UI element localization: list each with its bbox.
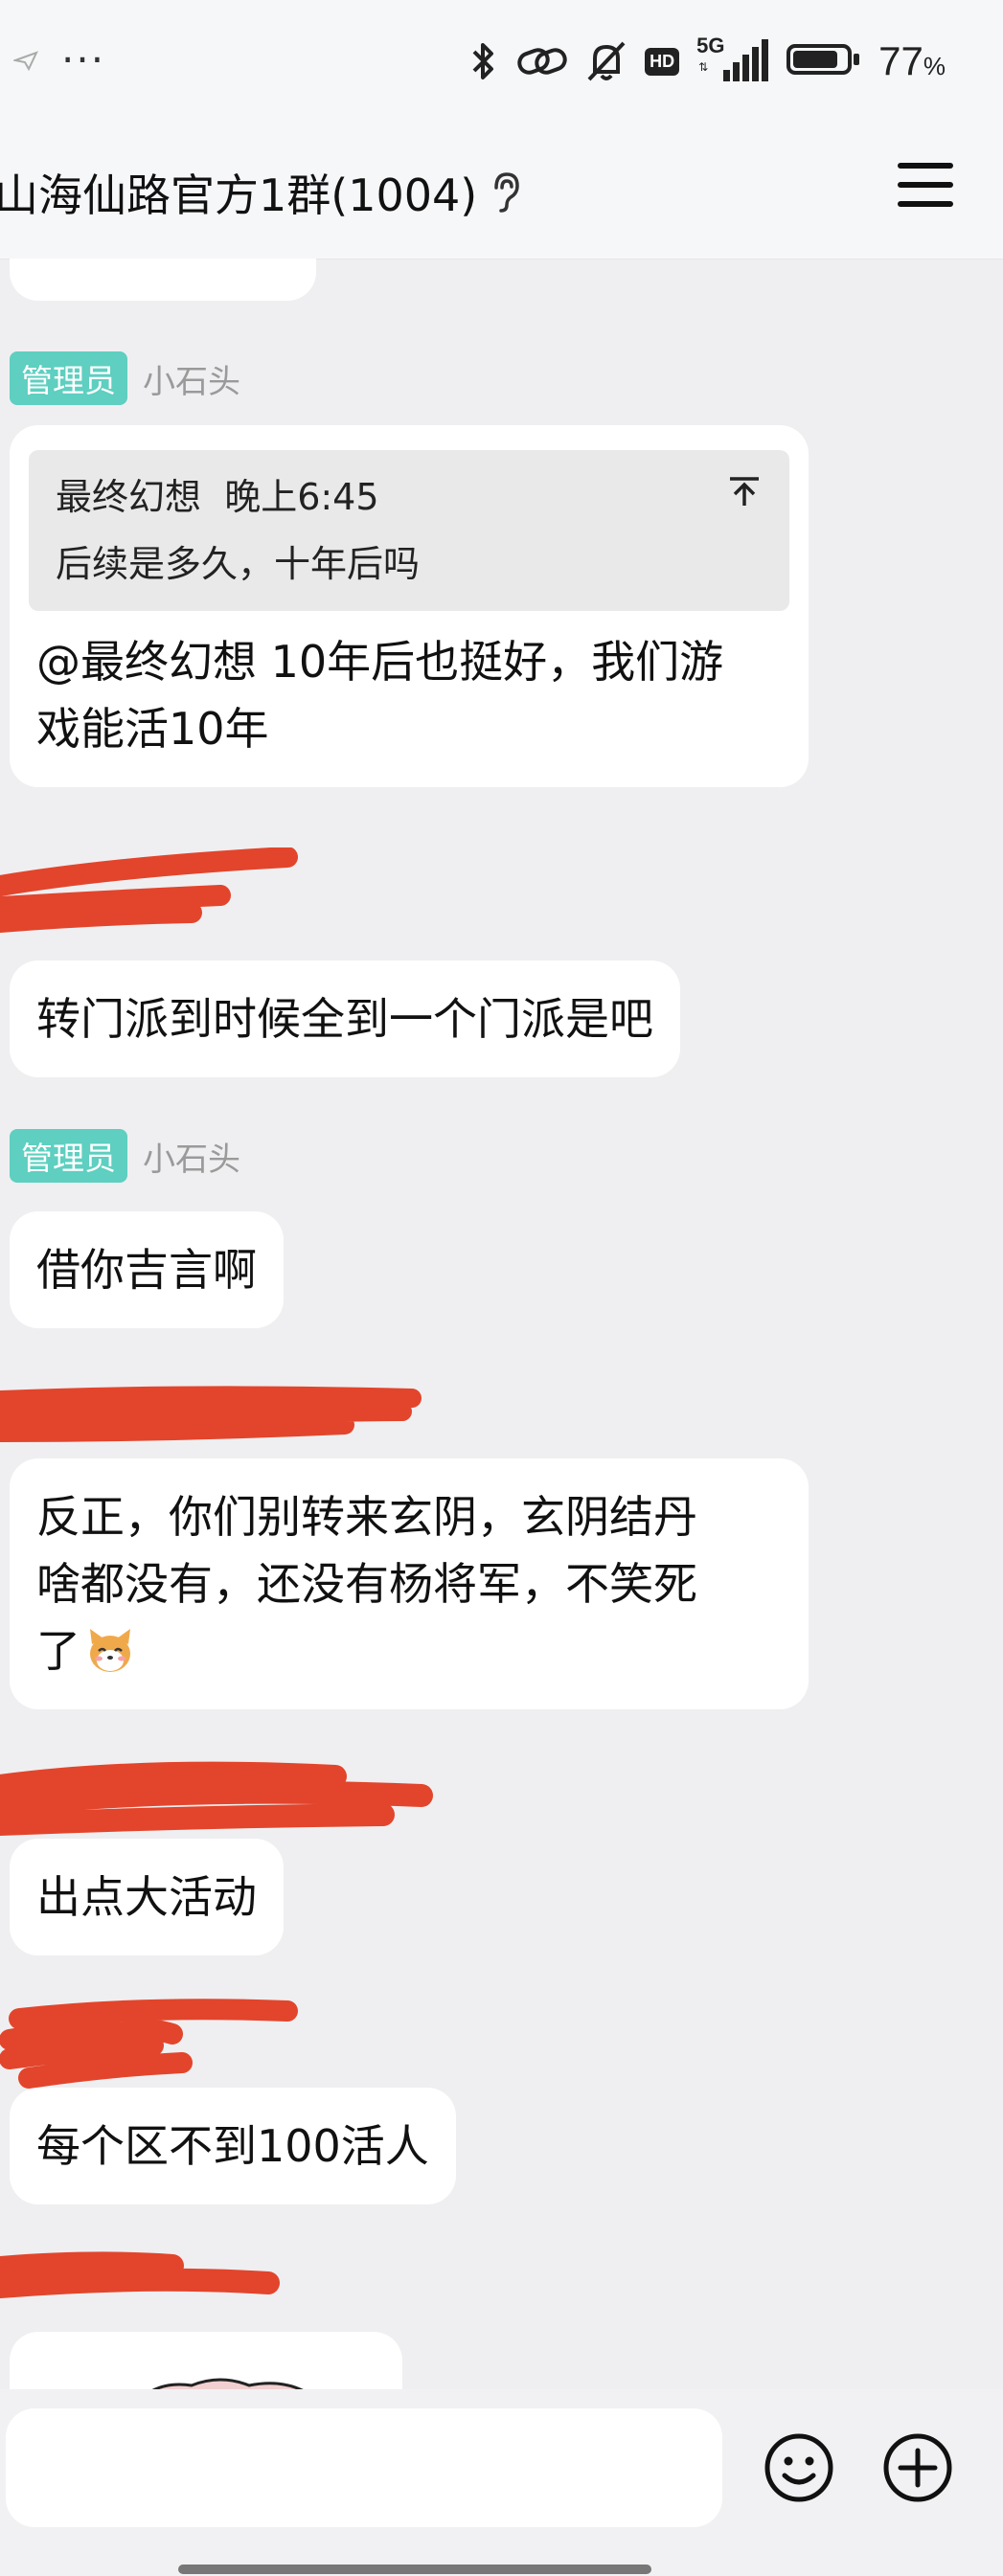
message-bubble[interactable]: 反正，你们别转来玄阴，玄阴结丹 啥都没有，还没有杨将军，不笑死 了 <box>10 1458 809 1709</box>
quote-text: 后续是多久，十年后吗 <box>56 543 421 585</box>
bell-off-icon <box>587 41 626 81</box>
image-message-partial[interactable] <box>10 2332 402 2389</box>
sticker-image <box>151 2378 304 2389</box>
home-indicator[interactable] <box>178 2565 651 2574</box>
message-item: 管理员 小石头 借你吉言啊 <box>10 1129 284 1328</box>
message-bubble[interactable]: 出点大活动 <box>10 1839 284 1955</box>
send-icon <box>13 51 38 71</box>
redaction-scribble <box>0 1999 298 2089</box>
bluetooth-icon <box>472 43 494 79</box>
shiba-emoji-icon <box>90 1629 130 1672</box>
sender-name[interactable]: 小石头 <box>143 355 240 402</box>
plus-icon[interactable] <box>881 2431 954 2504</box>
message-text: @最终幻想 10年后也挺好，我们游 戏能活10年 <box>36 636 724 755</box>
ear-icon[interactable] <box>490 170 521 215</box>
signal-icon: 5G ⇅ <box>696 34 769 83</box>
message-item: 出点大活动 <box>10 1839 284 1955</box>
chat-header: 山海仙路官方1群(1004) <box>0 134 1003 259</box>
message-item: 管理员 小石头 最终幻想 晚上6:45 后续是多久，十年后吗 @最终幻想 10年… <box>10 351 809 787</box>
menu-icon[interactable] <box>898 163 953 211</box>
sender-row: 管理员 小石头 <box>10 351 809 405</box>
sender-name[interactable]: 小石头 <box>143 1133 240 1180</box>
battery-percentage: 77% <box>878 38 946 83</box>
more-notifications: ··· <box>61 36 106 83</box>
redaction-scribble <box>0 2251 280 2298</box>
redaction-scribble <box>0 847 298 933</box>
message-item: 转门派到时候全到一个门派是吧 <box>10 960 680 1077</box>
admin-badge: 管理员 <box>10 351 127 405</box>
hd-icon: HD <box>645 47 680 76</box>
group-title-text: 山海仙路官方1群(1004) <box>0 169 478 221</box>
message-item: 反正，你们别转来玄阴，玄阴结丹 啥都没有，还没有杨将军，不笑死 了 <box>10 1458 809 1709</box>
message-bubble[interactable]: 每个区不到100活人 <box>10 2088 456 2204</box>
redaction-scribble <box>0 1386 422 1442</box>
group-title[interactable]: 山海仙路官方1群(1004) <box>0 161 521 224</box>
message-item: 每个区不到100活人 <box>10 2088 456 2204</box>
message-bubble-partial[interactable] <box>10 259 316 301</box>
message-text: 反正，你们别转来玄阴，玄阴结丹 啥都没有，还没有杨将军，不笑死 了 <box>36 1491 697 1677</box>
message-bubble[interactable]: 转门派到时候全到一个门派是吧 <box>10 960 680 1077</box>
quote-header: 最终幻想 晚上6:45 <box>56 476 379 518</box>
message-input[interactable] <box>6 2408 722 2527</box>
message-bubble[interactable]: 最终幻想 晚上6:45 后续是多久，十年后吗 @最终幻想 10年后也挺好，我们游… <box>10 425 809 787</box>
battery-icon <box>786 44 861 79</box>
admin-badge: 管理员 <box>10 1129 127 1183</box>
input-bar <box>0 2389 1003 2576</box>
pin-top-icon[interactable] <box>728 475 761 508</box>
status-bar: ··· HD 5G ⇅ 77% <box>0 0 1003 134</box>
redaction-scribble <box>0 1761 433 1836</box>
link-icon <box>517 48 567 75</box>
emoji-icon[interactable] <box>763 2431 835 2504</box>
message-bubble[interactable]: 借你吉言啊 <box>10 1211 284 1328</box>
quoted-message[interactable]: 最终幻想 晚上6:45 后续是多久，十年后吗 <box>29 450 789 611</box>
message-list[interactable]: 管理员 小石头 最终幻想 晚上6:45 后续是多久，十年后吗 @最终幻想 10年… <box>0 259 1003 2389</box>
sender-row: 管理员 小石头 <box>10 1129 284 1183</box>
